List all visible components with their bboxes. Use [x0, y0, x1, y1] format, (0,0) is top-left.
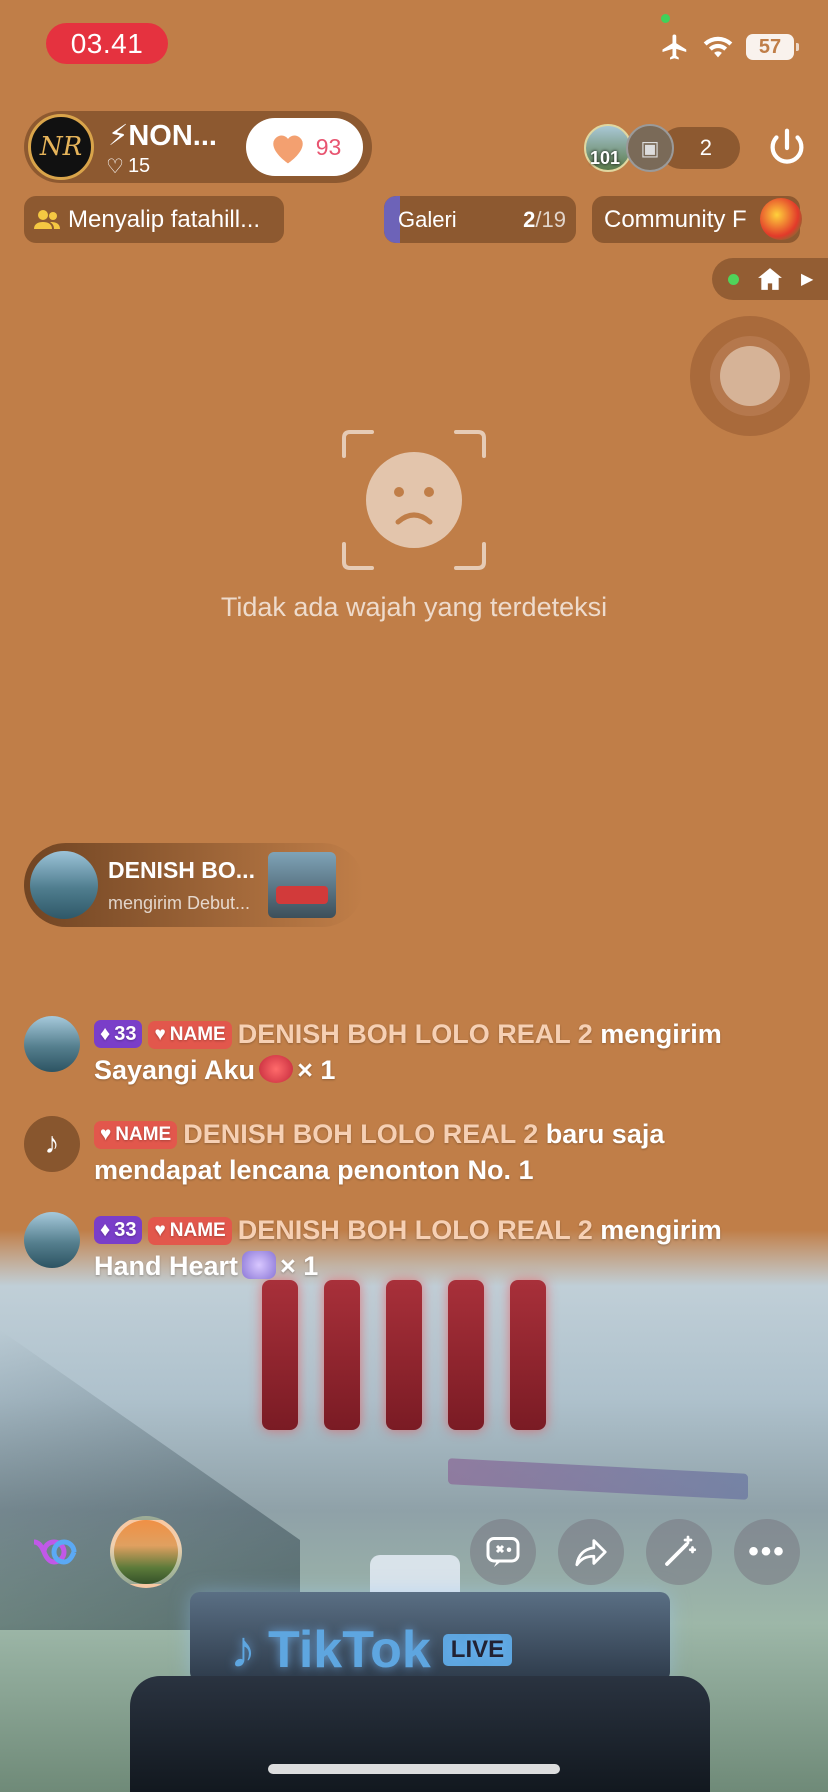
host-likes: ♡ 15	[106, 154, 150, 179]
comment-text: ♦ 33 ♥ NAME DENISH BOH LOLO REAL 2 mengirim …	[94, 1212, 722, 1284]
comment-action: mengirim	[600, 1019, 722, 1049]
community-label: Community F	[604, 205, 747, 233]
face-detection-message: Tidak ada wajah yang terdeteksi	[220, 592, 608, 622]
floating-assistive-button[interactable]	[690, 316, 810, 436]
live-dot-icon	[728, 273, 739, 285]
car-body	[130, 1676, 710, 1792]
name-badge: ♥ NAME	[94, 1121, 178, 1149]
viewer-avatar-seat[interactable]: ▣	[626, 124, 674, 172]
home-indicator[interactable]	[268, 1764, 560, 1774]
host-avatar[interactable]: NR	[28, 114, 94, 180]
name-badge-text: NAME	[169, 1024, 226, 1045]
gallery-count: 2/19	[523, 207, 566, 233]
status-icons: 57	[660, 32, 799, 62]
live-tag: LIVE	[442, 1634, 513, 1666]
commenter-avatar[interactable]	[24, 1016, 80, 1072]
gift-image	[268, 852, 336, 918]
comment-gift-name: Sayangi Aku	[94, 1055, 256, 1085]
gallery-pill[interactable]: Galeri 2/19	[384, 196, 576, 243]
comment-item[interactable]: ♦ 33 ♥ NAME DENISH BOH LOLO REAL 2 mengirim …	[24, 1212, 814, 1284]
host-name[interactable]: ⚡NON...	[108, 118, 217, 153]
profile-avatar[interactable]	[110, 1516, 182, 1588]
comment-gift-count: × 1	[280, 1251, 319, 1281]
comment-text: ♥ NAME DENISH BOH LOLO REAL 2 baru saja me…	[94, 1116, 664, 1188]
comment-item[interactable]: ♦ 33 ♥ NAME DENISH BOH LOLO REAL 2 mengirim …	[24, 1016, 814, 1088]
chevron-right-icon: ▶	[801, 271, 814, 288]
tiktok-avatar-icon: ♪	[24, 1116, 80, 1172]
viewer-avatar-badge: 101	[590, 148, 621, 168]
share-icon[interactable]	[558, 1519, 624, 1585]
heart-outline-icon: ♡	[106, 156, 124, 178]
face-detect-icon	[342, 430, 486, 570]
collab-infinity-icon[interactable]	[26, 1519, 92, 1585]
heart-badge-icon: ♥	[100, 1124, 112, 1145]
viewer-avatar-top[interactable]: 101	[584, 124, 632, 172]
ranking-text: Menyalip fatahill...	[68, 205, 261, 233]
floating-button-core	[720, 346, 780, 406]
comment-text: ♦ 33 ♥ NAME DENISH BOH LOLO REAL 2 mengirim …	[94, 1016, 722, 1088]
start-light	[324, 1280, 360, 1430]
start-light	[262, 1280, 298, 1430]
tiktok-live-logo: ♪ TikTok LIVE	[230, 1620, 513, 1680]
privacy-indicator-dot	[661, 14, 670, 23]
status-time: 03.41	[46, 23, 168, 64]
start-light	[386, 1280, 422, 1430]
follow-count: 93	[315, 133, 342, 160]
start-lights	[262, 1280, 562, 1430]
hand-heart-gift-icon	[242, 1251, 277, 1279]
tiktok-note-icon: ♪	[230, 1621, 256, 1679]
diamond-icon: ♦	[100, 1219, 111, 1241]
name-badge: ♥ NAME	[148, 1021, 232, 1049]
comment-toggle-icon[interactable]	[470, 1519, 536, 1585]
magic-wand-icon[interactable]	[646, 1519, 712, 1585]
name-badge-text: NAME	[115, 1124, 172, 1145]
gift-subtitle: mengirim Debut...	[108, 893, 251, 913]
gallery-current: 2	[523, 206, 536, 232]
comment-username[interactable]: DENISH BOH LOLO REAL 2	[238, 1019, 593, 1049]
level-badge: ♦ 33	[94, 1216, 143, 1244]
gift-sender-name: DENISH BO...	[108, 857, 255, 883]
diamond-icon: ♦	[100, 1023, 111, 1045]
gift-heart-icon	[259, 1055, 294, 1083]
name-badge-text: NAME	[169, 1220, 226, 1241]
comment-action: baru saja	[545, 1119, 665, 1149]
comment-username[interactable]: DENISH BOH LOLO REAL 2	[183, 1119, 538, 1149]
orange-heart-icon	[272, 135, 303, 164]
tiktok-logo-text: TikTok	[268, 1621, 431, 1679]
mini-controls[interactable]: ▶	[712, 258, 828, 300]
power-icon[interactable]	[764, 125, 810, 171]
gallery-label: Galeri	[398, 206, 457, 232]
gift-sender-avatar[interactable]	[30, 851, 98, 919]
level-number: 33	[114, 1023, 137, 1045]
wifi-icon	[703, 36, 733, 58]
heart-badge-icon: ♥	[154, 1220, 166, 1241]
comment-gift-name: Hand Heart	[94, 1251, 239, 1281]
comment-item[interactable]: ♪ ♥ NAME DENISH BOH LOLO REAL 2 baru saja …	[24, 1116, 814, 1188]
comment-gift-count: × 1	[297, 1055, 336, 1085]
name-badge: ♥ NAME	[148, 1217, 232, 1245]
level-number: 33	[114, 1219, 137, 1241]
battery-icon: 57	[746, 34, 799, 60]
host-likes-count: 15	[127, 155, 151, 177]
start-light	[510, 1280, 546, 1430]
community-badge-icon[interactable]	[760, 198, 802, 240]
commenter-avatar[interactable]	[24, 1212, 80, 1268]
home-icon	[758, 268, 782, 290]
track-gantry	[448, 1458, 748, 1500]
comment-detail: mendapat lencana penonton No. 1	[94, 1155, 534, 1185]
people-icon	[34, 209, 60, 229]
more-options-icon[interactable]: •••	[734, 1519, 800, 1585]
gallery-total: /19	[535, 206, 566, 232]
level-badge: ♦ 33	[94, 1020, 143, 1048]
ranking-pill[interactable]: Menyalip fatahill...	[24, 196, 284, 243]
seat-icon: ▣	[640, 137, 660, 160]
heart-badge-icon: ♥	[154, 1024, 166, 1045]
viewer-count: 2	[699, 135, 712, 160]
comment-action: mengirim	[600, 1215, 722, 1245]
follow-button[interactable]: 93	[246, 118, 363, 176]
comment-username[interactable]: DENISH BOH LOLO REAL 2	[238, 1215, 593, 1245]
airplane-icon	[662, 34, 687, 60]
start-light	[448, 1280, 484, 1430]
